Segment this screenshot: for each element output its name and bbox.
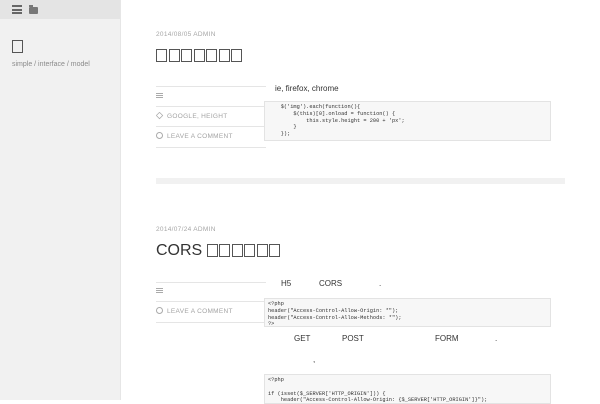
title-glyph <box>219 244 231 257</box>
divider-line <box>156 147 266 148</box>
tags-link[interactable]: GOOGLE, HEIGHT <box>167 113 228 120</box>
title-glyph <box>206 49 217 62</box>
leave-comment-link[interactable]: LEAVE A COMMENT <box>167 133 233 140</box>
list-icon <box>156 92 163 99</box>
title-glyph <box>244 244 256 257</box>
title-glyph <box>269 244 281 257</box>
folder-icon[interactable] <box>29 5 39 14</box>
body-text: FORM <box>435 334 459 343</box>
body-text: GET <box>294 334 311 343</box>
intro-text: H5 <box>281 279 292 288</box>
site-description: simple / interface / model <box>12 61 90 68</box>
comment-row[interactable]: LEAVE A COMMENT <box>156 307 233 317</box>
title-glyph <box>231 244 243 257</box>
category-row <box>156 92 167 102</box>
comment-icon <box>156 132 163 139</box>
title-glyph <box>256 244 268 257</box>
post-separator <box>156 178 565 184</box>
category-row <box>156 287 167 297</box>
post-intro: ie, firefox, chrome <box>275 84 339 93</box>
tag-icon <box>155 111 164 120</box>
sidebar-toolbar <box>0 0 120 19</box>
post-meta[interactable]: 2014/07/24 ADMIN <box>156 226 216 233</box>
divider-line <box>156 301 266 302</box>
title-glyph <box>218 49 230 62</box>
site-title[interactable] <box>12 37 72 57</box>
intro-text: . <box>379 279 382 288</box>
divider-line <box>156 322 266 323</box>
post-title[interactable]: CORS <box>156 241 282 261</box>
code-block: <?php header("Access-Control-Allow-Origi… <box>264 298 551 327</box>
divider-line <box>156 106 266 107</box>
divider-line <box>156 126 266 127</box>
tags-row[interactable]: GOOGLE, HEIGHT <box>155 111 228 122</box>
site-title-glyph <box>12 40 23 53</box>
title-glyph <box>231 49 242 62</box>
title-glyph <box>181 49 192 62</box>
divider-line <box>156 282 266 283</box>
title-glyph <box>193 49 205 62</box>
sidebar: simple / interface / model <box>0 0 121 400</box>
title-glyph <box>156 49 167 62</box>
leave-comment-link[interactable]: LEAVE A COMMENT <box>167 308 233 315</box>
post-meta[interactable]: 2014/08/05 ADMIN <box>156 31 216 38</box>
body-text: . <box>495 334 498 343</box>
title-glyph <box>206 244 218 257</box>
intro-text: CORS <box>319 279 343 288</box>
list-icon <box>156 287 163 294</box>
divider-line <box>156 86 266 87</box>
menu-icon[interactable] <box>12 5 22 14</box>
body-text: POST <box>342 334 364 343</box>
comment-row[interactable]: LEAVE A COMMENT <box>156 132 233 142</box>
comment-icon <box>156 307 163 314</box>
post-title[interactable] <box>156 46 244 66</box>
title-glyph <box>168 49 180 62</box>
code-block: $('img').each(function(){ $(this)[0].onl… <box>264 101 551 141</box>
body-text: , <box>313 355 316 364</box>
